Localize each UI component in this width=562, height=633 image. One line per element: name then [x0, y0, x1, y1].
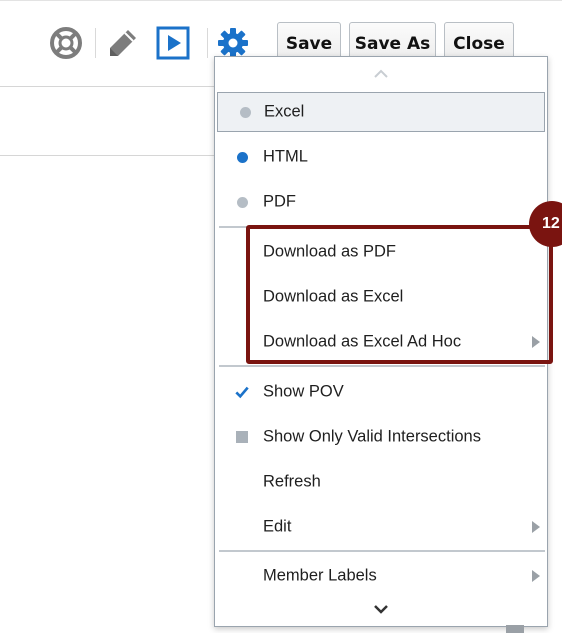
menu-item-edit[interactable]: Edit — [215, 507, 547, 547]
toolbar-separator — [207, 28, 208, 58]
menu-item-show-pov[interactable]: Show POV — [215, 372, 547, 412]
menu-item-label: Refresh — [263, 472, 321, 491]
menu-item-label: PDF — [263, 192, 296, 211]
submenu-arrow-icon — [532, 336, 540, 348]
toolbar-separator — [95, 28, 96, 58]
page-divider-2 — [0, 155, 216, 156]
chevron-up-icon — [374, 69, 388, 78]
menu-item-label: Member Labels — [263, 566, 377, 585]
menu-separator — [219, 226, 545, 228]
menu-item-pdf[interactable]: PDF — [215, 182, 547, 222]
menu-item-label: Show POV — [263, 382, 344, 401]
scroll-down-button[interactable] — [365, 600, 397, 618]
menu-item-download-excel[interactable]: Download as Excel — [215, 277, 547, 317]
scrollbar-corner — [506, 625, 524, 633]
menu-item-member-labels[interactable]: Member Labels — [215, 556, 547, 596]
radio-dot-selected-icon — [236, 151, 248, 163]
help-lifebuoy-icon[interactable] — [48, 25, 84, 61]
scroll-up-button[interactable] — [365, 65, 397, 83]
edit-pencil-icon[interactable] — [105, 25, 141, 61]
radio-dot-icon — [239, 106, 251, 118]
submenu-arrow-icon — [532, 570, 540, 582]
menu-item-label: Download as Excel Ad Hoc — [263, 332, 462, 351]
menu-item-excel[interactable]: Excel — [217, 92, 545, 132]
menu-item-label: HTML — [263, 147, 308, 166]
menu-item-label: Excel — [264, 102, 305, 121]
radio-dot-icon — [236, 196, 248, 208]
menu-item-label: Download as Excel — [263, 287, 404, 306]
menu-separator — [219, 365, 545, 367]
menu-item-download-pdf[interactable]: Download as PDF — [215, 232, 547, 272]
menu-separator — [219, 550, 545, 552]
unchecked-box-icon — [236, 431, 248, 443]
menu-item-show-only-valid-intersections[interactable]: Show Only Valid Intersections — [215, 417, 547, 457]
menu-item-label: Edit — [263, 517, 292, 536]
actions-dropdown-menu: Excel HTML PDF Download as PDF Download … — [214, 56, 548, 627]
menu-item-html[interactable]: HTML — [215, 137, 547, 177]
run-play-icon[interactable] — [156, 26, 190, 60]
menu-item-label: Show Only Valid Intersections — [263, 427, 481, 446]
submenu-arrow-icon — [532, 521, 540, 533]
chevron-down-icon — [374, 605, 388, 614]
page-top-border — [0, 0, 562, 1]
menu-item-refresh[interactable]: Refresh — [215, 462, 547, 502]
menu-item-label: Download as PDF — [263, 242, 396, 261]
menu-item-download-excel-ad-hoc[interactable]: Download as Excel Ad Hoc — [215, 322, 547, 362]
checkmark-icon — [235, 386, 249, 399]
page-divider-1 — [0, 86, 216, 87]
settings-gear-icon[interactable] — [216, 26, 250, 60]
